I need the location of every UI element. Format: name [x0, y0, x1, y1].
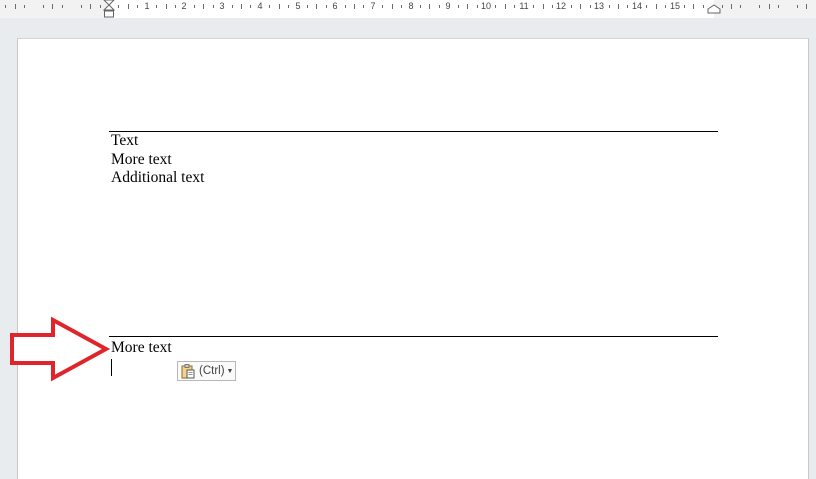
- ruler-tick: [477, 5, 478, 8]
- ruler-number: 3: [219, 1, 225, 11]
- ruler-tick: [15, 4, 16, 9]
- ruler-tick: [731, 4, 732, 9]
- caret-down-icon: ▼: [226, 367, 234, 375]
- top-border-line: [109, 336, 718, 337]
- ruler-tick: [90, 4, 91, 9]
- ruler-tick: [703, 5, 704, 8]
- ruler-tick: [401, 5, 402, 8]
- ruler-tick: [203, 4, 204, 9]
- ruler-tick: [740, 5, 741, 8]
- ruler-tick: [326, 5, 327, 8]
- clipboard-paste-icon: [181, 364, 195, 379]
- ruler-number: 15: [669, 1, 681, 11]
- ruler-tick: [429, 4, 430, 9]
- ruler-tick: [307, 5, 308, 8]
- ruler-tick: [241, 4, 242, 9]
- ruler-tick: [5, 5, 6, 8]
- ruler-number: 14: [631, 1, 643, 11]
- ruler-tick: [128, 4, 129, 9]
- ruler-tick: [166, 4, 167, 9]
- ruler-number: 6: [332, 1, 338, 11]
- ruler-tick: [505, 4, 506, 9]
- ruler-tick: [345, 5, 346, 8]
- ruler-tick: [232, 5, 233, 8]
- ruler-tick: [797, 5, 798, 8]
- red-arrow-icon: [10, 316, 111, 382]
- text-block-1[interactable]: Text More text Additional text: [109, 131, 718, 188]
- ruler-tick: [213, 5, 214, 8]
- ruler-tick: [156, 5, 157, 8]
- ruler-tick: [609, 5, 610, 8]
- right-indent-marker[interactable]: [707, 4, 721, 14]
- document-page[interactable]: Text More text Additional text More text…: [17, 38, 809, 479]
- ruler-right-margin: [714, 0, 816, 18]
- horizontal-ruler[interactable]: 1 2 3 4 5 6 7 8 9 10 11 12 13 14 15: [0, 0, 816, 18]
- ruler-tick: [250, 5, 251, 8]
- ruler-tick: [684, 5, 685, 8]
- ruler-tick: [580, 4, 581, 9]
- ruler-number: 5: [295, 1, 301, 11]
- ruler-left-margin: [0, 0, 109, 18]
- ruler-tick: [618, 4, 619, 9]
- left-indent-marker[interactable]: [103, 0, 115, 18]
- ruler-tick: [420, 5, 421, 8]
- ruler-tick: [495, 5, 496, 8]
- ruler-tick: [806, 4, 807, 9]
- ruler-tick: [693, 4, 694, 9]
- ruler-number: 12: [555, 1, 567, 11]
- ruler-tick: [137, 5, 138, 8]
- ruler-tick: [382, 5, 383, 8]
- ruler-number: 7: [370, 1, 376, 11]
- ruler-tick: [269, 5, 270, 8]
- ruler-tick: [722, 5, 723, 8]
- ruler-tick: [81, 5, 82, 8]
- ruler-tick: [590, 5, 591, 8]
- ruler-tick: [552, 5, 553, 8]
- paste-options-label: (Ctrl): [199, 365, 225, 377]
- ruler-tick: [543, 4, 544, 9]
- ruler-tick: [279, 4, 280, 9]
- ruler-tick: [467, 4, 468, 9]
- ruler-tick: [43, 5, 44, 8]
- paste-options-button[interactable]: (Ctrl) ▼: [177, 361, 236, 381]
- ruler-tick: [656, 4, 657, 9]
- ruler-tick: [363, 5, 364, 8]
- ruler-tick: [646, 5, 647, 8]
- ruler-tick: [175, 5, 176, 8]
- ruler-tick: [514, 5, 515, 8]
- ruler-tick: [439, 5, 440, 8]
- ruler-tick: [769, 4, 770, 9]
- ruler-tick: [665, 5, 666, 8]
- ruler-tick: [458, 5, 459, 8]
- ruler-tick: [194, 5, 195, 8]
- ruler-tick: [571, 5, 572, 8]
- ruler-tick: [759, 5, 760, 8]
- ruler-number: 10: [480, 1, 492, 11]
- ruler-tick: [316, 4, 317, 9]
- ruler-number: 9: [445, 1, 451, 11]
- ruler-tick: [24, 5, 25, 8]
- ruler-number: 2: [181, 1, 187, 11]
- doc-line[interactable]: Additional text: [109, 169, 718, 188]
- ruler-tick: [533, 5, 534, 8]
- ruler-tick: [288, 5, 289, 8]
- ruler-tick: [392, 4, 393, 9]
- doc-line[interactable]: Text: [109, 132, 718, 151]
- ruler-tick: [778, 5, 779, 8]
- ruler-tick: [100, 5, 101, 8]
- ruler-number: 8: [408, 1, 414, 11]
- ruler-tick: [62, 5, 63, 8]
- ruler-number: 4: [257, 1, 263, 11]
- ruler-tick: [354, 4, 355, 9]
- doc-line[interactable]: More text: [109, 339, 718, 358]
- ruler-tick: [52, 4, 53, 9]
- ruler-number: 13: [593, 1, 605, 11]
- ruler-tick: [118, 5, 119, 8]
- doc-line[interactable]: More text: [109, 151, 718, 170]
- ruler-number: 1: [144, 1, 150, 11]
- ruler-tick: [627, 5, 628, 8]
- ruler-number: 11: [519, 1, 529, 11]
- text-block-2[interactable]: More text: [109, 336, 718, 358]
